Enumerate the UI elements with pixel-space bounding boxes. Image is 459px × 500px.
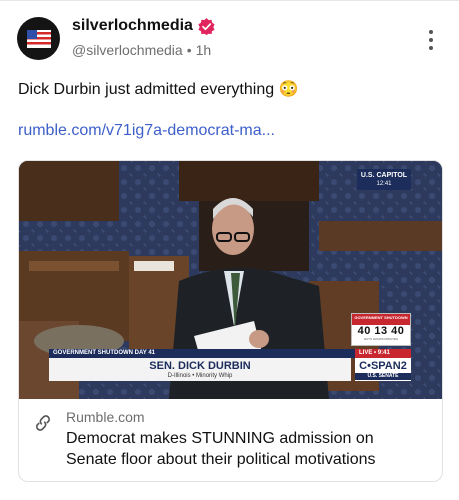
network-subtitle: U.S. SENATE <box>355 373 411 380</box>
username[interactable]: silverlochmedia <box>72 17 193 35</box>
link-preview-card[interactable]: U.S. CAPITOL 12:41 GOVERNMENT SHUTDOWN 4… <box>18 160 443 482</box>
shutdown-countdown: GOVERNMENT SHUTDOWN 40 13 40 DAYS HOURS … <box>351 313 411 346</box>
live-indicator: LIVE • 9:41 <box>355 349 411 358</box>
network-logo: C•SPAN2 U.S. SENATE <box>355 358 411 381</box>
verified-badge-icon <box>198 17 215 35</box>
link-icon <box>36 415 50 431</box>
video-thumbnail[interactable]: U.S. CAPITOL 12:41 GOVERNMENT SHUTDOWN 4… <box>19 161 442 399</box>
countdown-header: GOVERNMENT SHUTDOWN <box>352 314 410 325</box>
countdown-labels: DAYS HOURS MINUTES <box>364 337 398 341</box>
post-text: Dick Durbin just admitted everything 😳 <box>18 81 299 98</box>
speaker-lower-third: SEN. DICK DURBIN D-Illinois • Minority W… <box>49 358 351 381</box>
card-footer[interactable]: Rumble.com Democrat makes STUNNING admis… <box>19 399 442 481</box>
top-divider <box>0 0 459 1</box>
post-time: 1h <box>195 42 212 58</box>
post-author[interactable]: silverlochmedia <box>72 17 215 35</box>
speaker-name: SEN. DICK DURBIN <box>149 360 251 372</box>
location-time: 12:41 <box>376 181 392 187</box>
kebab-menu-icon[interactable] <box>429 30 435 50</box>
shutdown-day-banner: GOVERNMENT SHUTDOWN DAY 41 <box>49 349 355 358</box>
card-domain: Rumble.com <box>66 409 145 425</box>
post-link[interactable]: rumble.com/v71ig7a-democrat-ma... <box>18 122 275 140</box>
meta-separator: • <box>186 42 192 58</box>
handle[interactable]: @silverlochmedia <box>72 42 183 58</box>
speaker-subtitle: D-Illinois • Minority Whip <box>167 373 233 379</box>
location-tag: U.S. CAPITOL 12:41 <box>357 169 411 190</box>
post-meta: @silverlochmedia • 1h <box>72 42 211 58</box>
countdown-value: 40 13 40 <box>357 325 405 337</box>
avatar[interactable] <box>17 17 60 60</box>
location-label: U.S. CAPITOL <box>360 172 408 179</box>
card-title[interactable]: Democrat makes STUNNING admission on Sen… <box>66 428 426 470</box>
network-name: C•SPAN2 <box>359 360 407 372</box>
us-flag-icon <box>26 29 51 48</box>
